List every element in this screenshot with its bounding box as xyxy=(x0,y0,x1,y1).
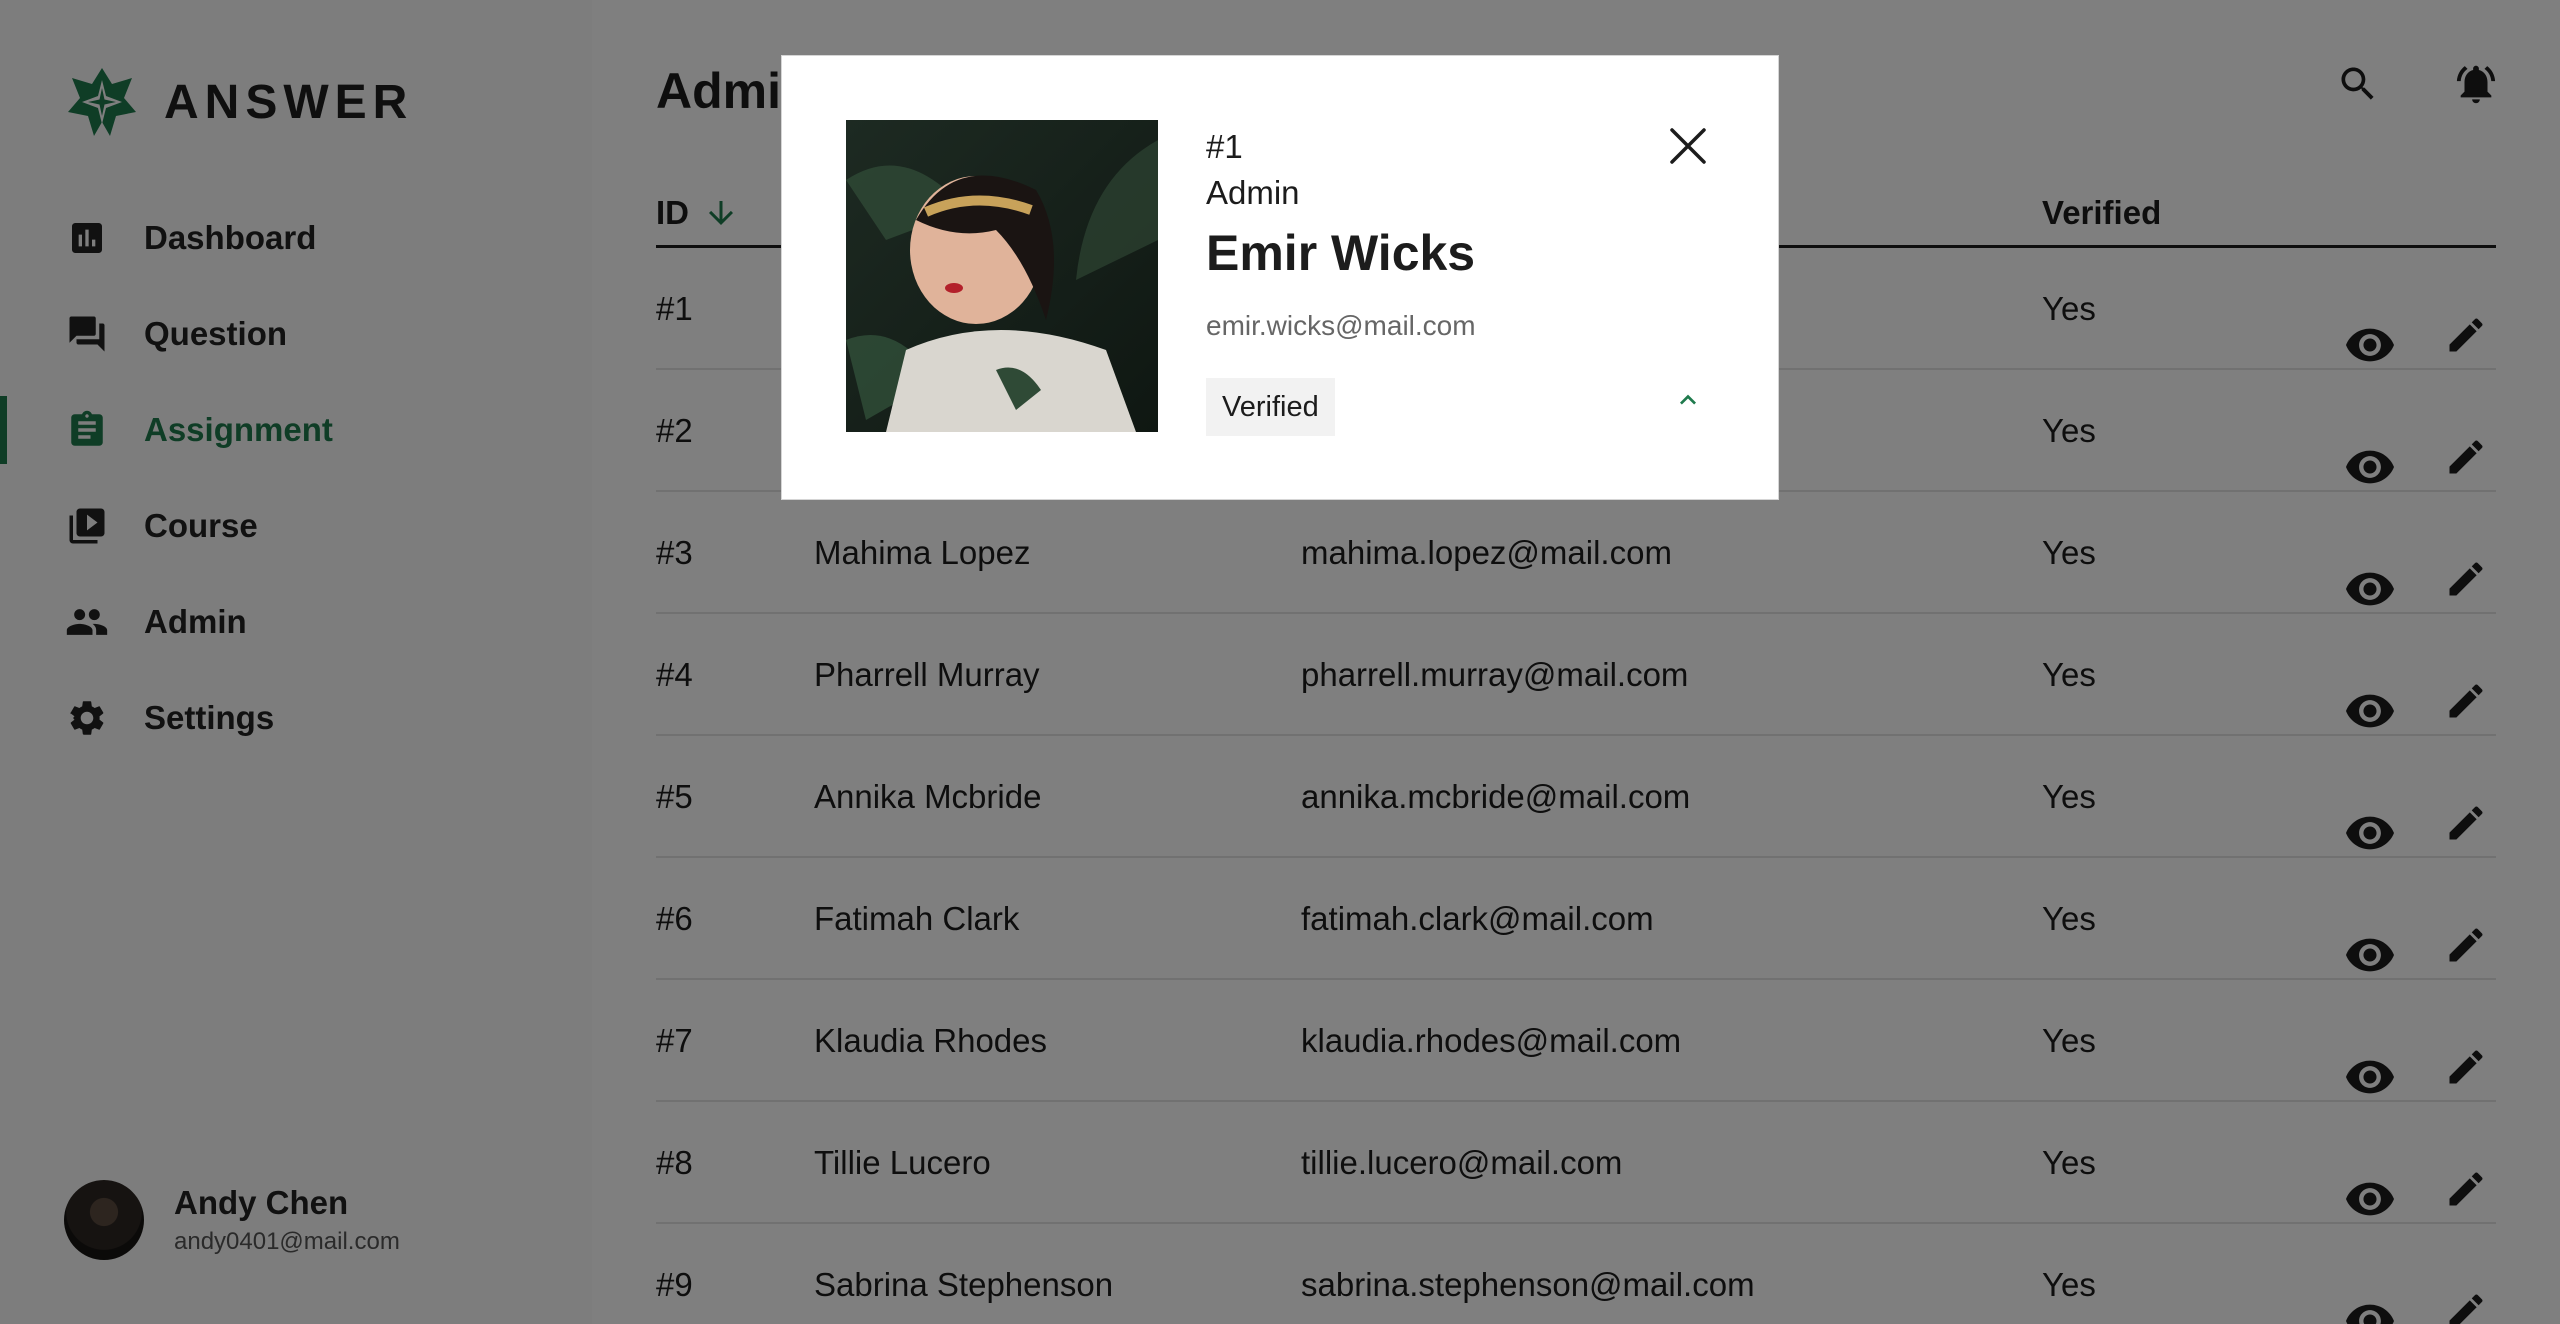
modal-admin-id: #1 xyxy=(1206,128,1243,165)
close-icon[interactable] xyxy=(1666,124,1710,168)
modal-admin-role: Admin xyxy=(1206,174,1300,211)
modal-admin-name: Emir Wicks xyxy=(1206,225,1476,281)
profile-photo xyxy=(846,120,1158,432)
modal-admin-email: emir.wicks@mail.com xyxy=(1206,310,1476,341)
verified-badge: Verified xyxy=(1206,378,1335,436)
admin-detail-modal: #1 Admin Emir Wicks emir.wicks@mail.com … xyxy=(781,55,1779,500)
chevron-up-icon[interactable] xyxy=(1672,384,1704,416)
